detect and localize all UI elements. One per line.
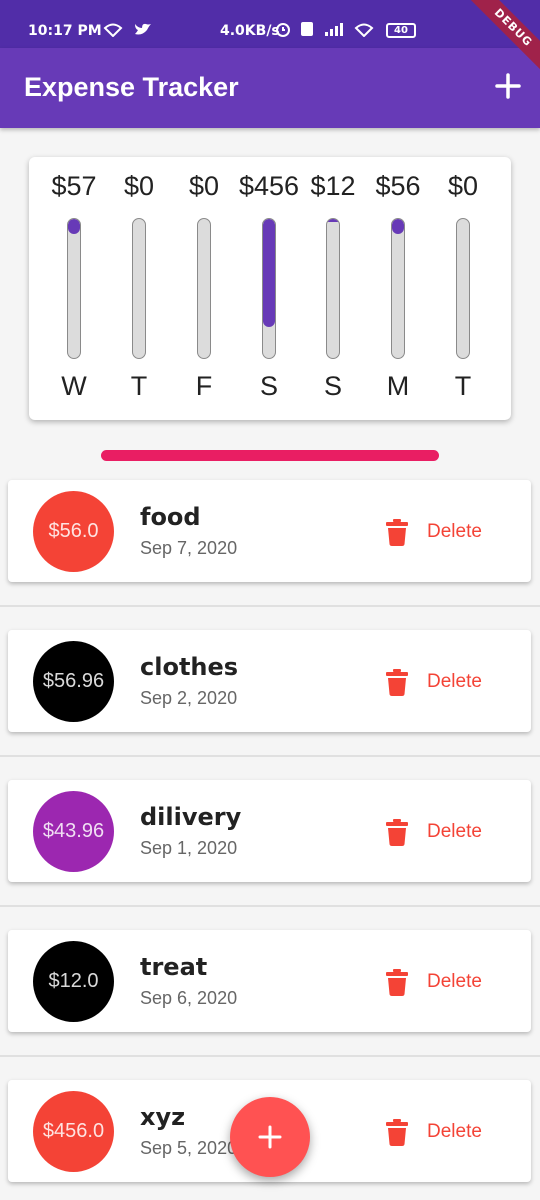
trash-icon — [386, 818, 408, 846]
transaction-date: Sep 6, 2020 — [140, 988, 238, 1008]
alarm-icon — [276, 23, 290, 37]
delete-button[interactable]: Delete — [386, 517, 482, 547]
transaction-date: Sep 5, 2020 — [140, 1138, 238, 1158]
bar-track — [326, 218, 340, 359]
bar-track — [391, 218, 405, 359]
battery-indicator: 40 — [386, 23, 416, 38]
bar-track — [262, 218, 276, 359]
amount-avatar: $43.96 — [33, 791, 114, 872]
weekly-chart: $57 W $0 T $0 F $456 S $12 S $56 M $0 T — [29, 157, 511, 420]
status-time: 10:17 PM — [28, 23, 102, 39]
network-speed: 4.0KB/s — [220, 23, 280, 39]
bar-day-label: T — [454, 371, 472, 401]
trash-icon — [386, 668, 408, 696]
delete-button[interactable]: Delete — [386, 967, 482, 997]
bar-amount-label: $0 — [188, 171, 220, 201]
transaction-item[interactable]: $12.0 treat Sep 6, 2020 Delete — [8, 930, 531, 1032]
twitter-icon — [134, 23, 151, 35]
delete-button[interactable]: Delete — [386, 1117, 482, 1147]
delete-label: Delete — [427, 671, 482, 692]
chart-bar-3: $456 S — [237, 157, 301, 420]
bar-amount-label: $57 — [51, 171, 97, 201]
transaction-date: Sep 1, 2020 — [140, 838, 238, 858]
bar-track — [132, 218, 146, 359]
list-divider — [0, 905, 540, 907]
status-bar: 10:17 PM 4.0KB/s 40 DEBUG — [0, 0, 540, 82]
add-transaction-fab[interactable] — [230, 1097, 310, 1177]
chart-bar-1: $0 T — [107, 157, 171, 420]
amount-avatar: $56.0 — [33, 491, 114, 572]
delete-button[interactable]: Delete — [386, 667, 482, 697]
bar-track — [67, 218, 81, 359]
bar-amount-label: $56 — [375, 171, 421, 201]
amount-avatar: $56.96 — [33, 641, 114, 722]
system-icons — [275, 21, 374, 41]
transaction-item[interactable]: $56.96 clothes Sep 2, 2020 Delete — [8, 630, 531, 732]
chart-bar-5: $56 M — [366, 157, 430, 420]
bar-amount-label: $0 — [123, 171, 155, 201]
bar-day-label: W — [61, 371, 87, 401]
wifi-icon — [103, 23, 123, 38]
trash-icon — [386, 1118, 408, 1146]
bar-track — [197, 218, 211, 359]
bar-day-label: S — [323, 371, 342, 401]
transaction-title: clothes — [140, 653, 239, 681]
bar-day-label: M — [386, 371, 410, 401]
bar-day-label: F — [195, 371, 213, 401]
amount-avatar: $456.0 — [33, 1091, 114, 1172]
delete-label: Delete — [427, 821, 482, 842]
trash-icon — [386, 518, 408, 546]
hotspot-and-twitter-icons — [103, 22, 152, 41]
chart-bar-6: $0 T — [431, 157, 495, 420]
bar-fill — [263, 219, 275, 327]
bar-track — [456, 218, 470, 359]
list-divider — [0, 1055, 540, 1057]
bar-amount-label: $0 — [447, 171, 479, 201]
transaction-title: dilivery — [140, 803, 242, 831]
wifi-icon — [354, 23, 374, 38]
chart-bar-0: $57 W — [42, 157, 106, 420]
bar-fill — [68, 219, 80, 234]
transaction-title: xyz — [140, 1103, 186, 1131]
transaction-title: food — [140, 503, 201, 531]
bar-fill — [392, 219, 404, 234]
bar-fill — [327, 219, 339, 222]
volte-icon — [300, 22, 313, 36]
transaction-date: Sep 2, 2020 — [140, 688, 238, 708]
trash-icon — [386, 968, 408, 996]
bar-amount-label: $456 — [238, 171, 300, 201]
signal-icon — [324, 23, 343, 36]
list-divider — [0, 755, 540, 757]
transaction-date: Sep 7, 2020 — [140, 538, 238, 558]
plus-icon — [258, 1125, 282, 1149]
add-transaction-button[interactable] — [488, 66, 528, 106]
delete-button[interactable]: Delete — [386, 817, 482, 847]
app-title: Expense Tracker — [24, 72, 239, 102]
chart-bar-2: $0 F — [172, 157, 236, 420]
list-divider — [0, 605, 540, 607]
bar-amount-label: $12 — [310, 171, 356, 201]
bar-day-label: T — [130, 371, 148, 401]
progress-strip — [101, 450, 439, 461]
delete-label: Delete — [427, 521, 482, 542]
app-bar: Expense Tracker — [0, 48, 540, 128]
transaction-item[interactable]: $56.0 food Sep 7, 2020 Delete — [8, 480, 531, 582]
delete-label: Delete — [427, 971, 482, 992]
chart-bar-4: $12 S — [301, 157, 365, 420]
delete-label: Delete — [427, 1121, 482, 1142]
bar-day-label: S — [259, 371, 278, 401]
amount-avatar: $12.0 — [33, 941, 114, 1022]
transaction-item[interactable]: $43.96 dilivery Sep 1, 2020 Delete — [8, 780, 531, 882]
plus-icon — [495, 73, 521, 99]
transaction-title: treat — [140, 953, 208, 981]
